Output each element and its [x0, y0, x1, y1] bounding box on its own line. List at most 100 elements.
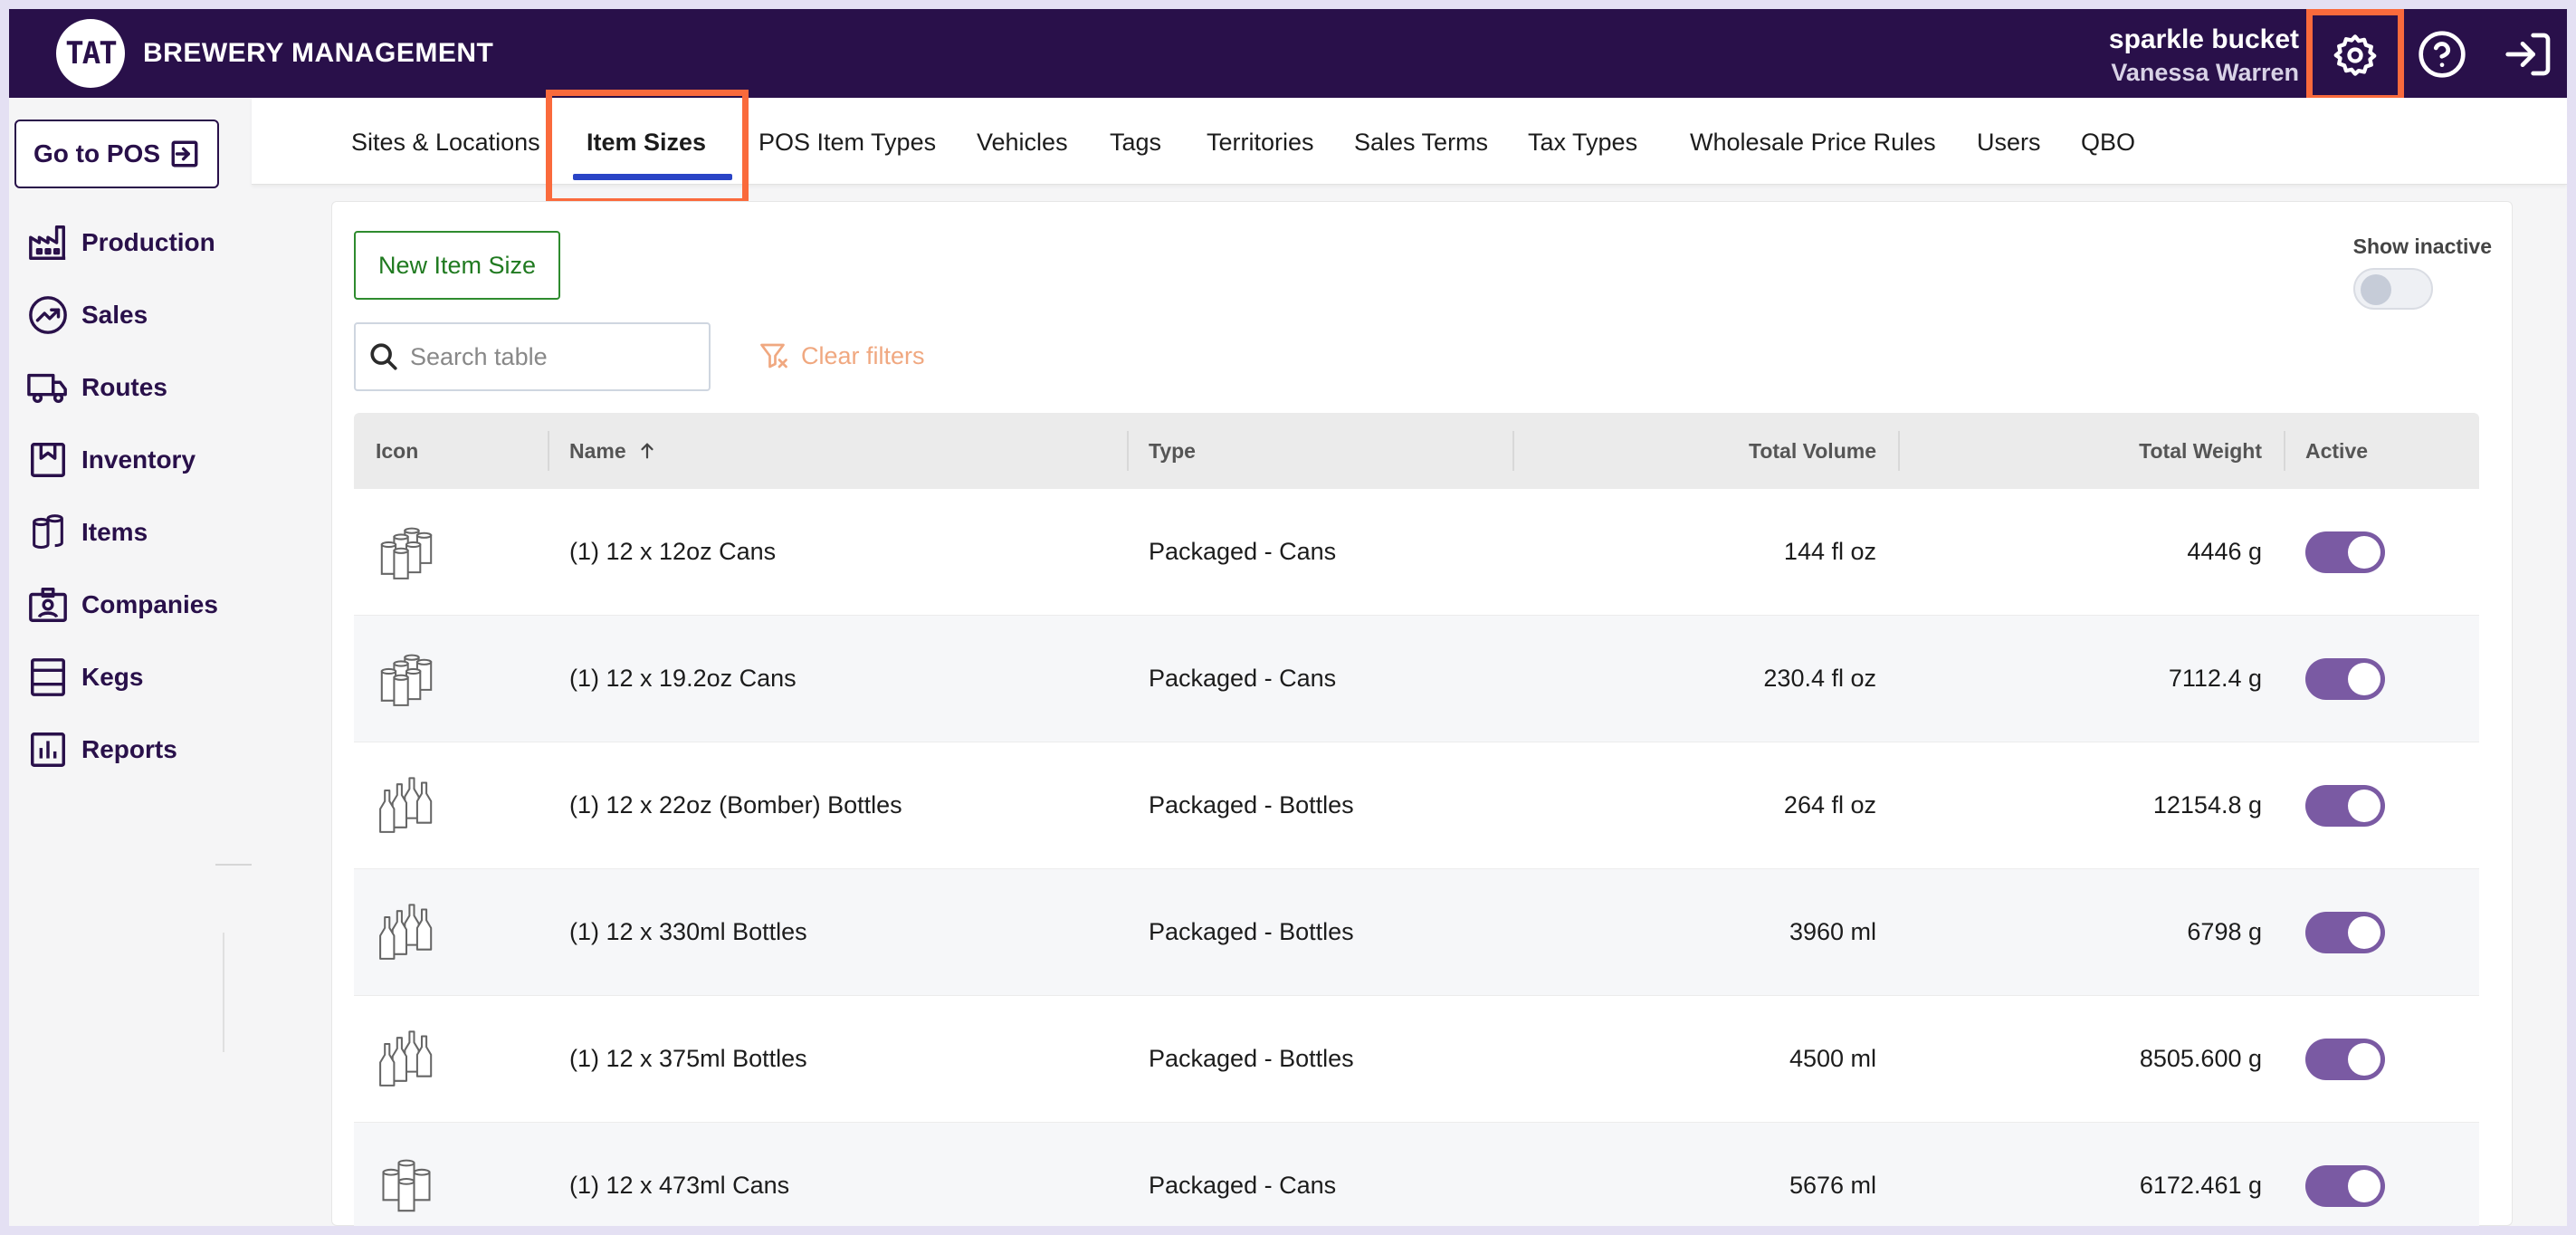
row-active-cell — [2284, 996, 2479, 1122]
tab-sales-terms[interactable]: Sales Terms — [1354, 129, 1488, 157]
row-type: Packaged - Cans — [1149, 1172, 1337, 1199]
sidebar-item-label: Companies — [81, 590, 218, 618]
row-total-volume: 264 fl oz — [1783, 791, 1876, 819]
column-header-total-weight[interactable]: Total Weight — [1898, 413, 2284, 489]
toggle-knob — [2348, 789, 2380, 822]
sidebar-item-label: Items — [81, 518, 148, 546]
row-total-weight: 12154.8 g — [2152, 791, 2262, 819]
logout-button[interactable] — [2493, 18, 2565, 91]
sidebar-divider — [223, 933, 224, 1052]
row-total-volume: 5676 ml — [1789, 1172, 1876, 1199]
bottles-icon — [379, 776, 433, 833]
active-toggle[interactable] — [2305, 657, 2385, 700]
column-header-icon[interactable]: Icon — [354, 413, 548, 489]
top-bar: TAT BREWERY MANAGEMENT sparkle bucket Va… — [9, 9, 2567, 101]
row-name: (1) 12 x 330ml Bottles — [569, 918, 807, 945]
table-row[interactable]: (1) 12 x 12oz Cans Packaged - Cans 144 f… — [354, 489, 2479, 616]
user-name: Vanessa Warren — [2111, 59, 2299, 86]
row-total-volume: 4500 ml — [1789, 1045, 1876, 1072]
search-field[interactable] — [354, 322, 711, 391]
table-row[interactable]: (1) 12 x 19.2oz Cans Packaged - Cans 230… — [354, 616, 2479, 742]
tab-sites-locations[interactable]: Sites & Locations — [351, 129, 540, 157]
table-row[interactable]: (1) 12 x 22oz (Bomber) Bottles Packaged … — [354, 742, 2479, 869]
toggle-knob — [2348, 1169, 2380, 1202]
sidebar-item-production[interactable]: Production — [27, 206, 218, 279]
table-row[interactable]: (1) 12 x 473ml Cans Packaged - Cans 5676… — [354, 1123, 2479, 1226]
sidebar-item-reports[interactable]: Reports — [27, 713, 218, 786]
active-toggle[interactable] — [2305, 784, 2385, 827]
active-toggle[interactable] — [2305, 1038, 2385, 1080]
sidebar-item-items[interactable]: Items — [27, 496, 218, 569]
column-header-name[interactable]: Name — [548, 413, 1127, 489]
table-row[interactable]: (1) 12 x 375ml Bottles Packaged - Bottle… — [354, 996, 2479, 1123]
sidebar-item-inventory[interactable]: Inventory — [27, 424, 218, 496]
row-total-weight: 6798 g — [2187, 918, 2262, 945]
help-circle-icon — [2419, 31, 2466, 78]
tab-qbo[interactable]: QBO — [2081, 129, 2135, 157]
tab-vehicles[interactable]: Vehicles — [977, 129, 1068, 157]
row-type: Packaged - Cans — [1149, 665, 1337, 692]
row-name: (1) 12 x 375ml Bottles — [569, 1045, 807, 1072]
go-to-pos-button[interactable]: Go to POS — [14, 120, 219, 188]
show-inactive-label: Show inactive — [2352, 235, 2492, 258]
filter-clear-icon — [760, 343, 787, 369]
column-header-type[interactable]: Type — [1127, 413, 1512, 489]
settings-button[interactable] — [2306, 9, 2404, 101]
row-icon-cell — [354, 996, 548, 1122]
gear-icon — [2333, 34, 2377, 76]
sidebar-item-sales[interactable]: Sales — [27, 279, 218, 351]
row-total-weight: 4446 g — [2187, 538, 2262, 565]
row-active-cell — [2284, 616, 2479, 742]
column-header-active[interactable]: Active — [2284, 413, 2479, 489]
toggle-knob — [2348, 662, 2380, 695]
active-toggle[interactable] — [2305, 1164, 2385, 1207]
help-button[interactable] — [2406, 18, 2478, 91]
new-item-size-button[interactable]: New Item Size — [354, 231, 560, 300]
tab-pos-item-types[interactable]: POS Item Types — [758, 129, 936, 157]
tab-highlight-box — [546, 90, 749, 205]
row-type: Packaged - Cans — [1149, 538, 1337, 565]
row-active-cell — [2284, 742, 2479, 868]
tab-users[interactable]: Users — [1977, 129, 2041, 157]
row-type: Packaged - Bottles — [1149, 918, 1354, 945]
table-header: Icon Name Type Total Volume Total Weight… — [354, 413, 2479, 489]
org-name: sparkle bucket — [2108, 24, 2299, 54]
tab-wholesale-price-rules[interactable]: Wholesale Price Rules — [1690, 129, 1936, 157]
app-logo[interactable]: TAT — [56, 19, 125, 88]
row-total-weight: 8505.600 g — [2139, 1045, 2262, 1072]
search-input[interactable] — [410, 342, 700, 371]
row-active-cell — [2284, 869, 2479, 995]
item-sizes-table: Icon Name Type Total Volume Total Weight… — [354, 413, 2479, 1226]
active-toggle[interactable] — [2305, 911, 2385, 953]
user-info[interactable]: sparkle bucket Vanessa Warren — [2109, 24, 2299, 89]
tab-territories[interactable]: Territories — [1207, 129, 1314, 157]
toggle-knob — [2348, 535, 2380, 569]
active-toggle[interactable] — [2305, 531, 2385, 573]
cans-icon — [380, 654, 433, 706]
sidebar-nav: Production Sales Routes Inventory Items … — [27, 206, 218, 786]
show-inactive-toggle[interactable] — [2352, 268, 2433, 310]
toggle-knob — [2348, 915, 2380, 949]
clear-filters-button[interactable]: Clear filters — [758, 340, 925, 372]
logout-icon — [2505, 33, 2551, 76]
column-header-name-label: Name — [569, 438, 626, 463]
row-total-volume: 144 fl oz — [1783, 538, 1876, 565]
clear-filters-label: Clear filters — [801, 341, 925, 369]
sidebar-item-routes[interactable]: Routes — [27, 351, 218, 424]
sidebar-item-companies[interactable]: Companies — [27, 569, 218, 641]
column-header-total-volume[interactable]: Total Volume — [1512, 413, 1898, 489]
item-sizes-panel: New Item Size Clear filters Show inactiv… — [331, 201, 2513, 1226]
inventory-icon — [31, 443, 65, 477]
tab-tags[interactable]: Tags — [1110, 129, 1161, 157]
table-row[interactable]: (1) 12 x 330ml Bottles Packaged - Bottle… — [354, 869, 2479, 996]
row-icon-cell — [354, 742, 548, 868]
keg-icon — [31, 658, 65, 696]
row-total-weight: 7112.4 g — [2168, 665, 2262, 692]
row-icon-cell — [354, 616, 548, 742]
row-icon-cell — [354, 489, 548, 615]
sidebar-item-kegs[interactable]: Kegs — [27, 641, 218, 713]
row-active-cell — [2284, 489, 2479, 615]
tab-tax-types[interactable]: Tax Types — [1528, 129, 1637, 157]
row-total-volume: 3960 ml — [1789, 918, 1876, 945]
row-total-weight: 6172.461 g — [2139, 1172, 2262, 1199]
